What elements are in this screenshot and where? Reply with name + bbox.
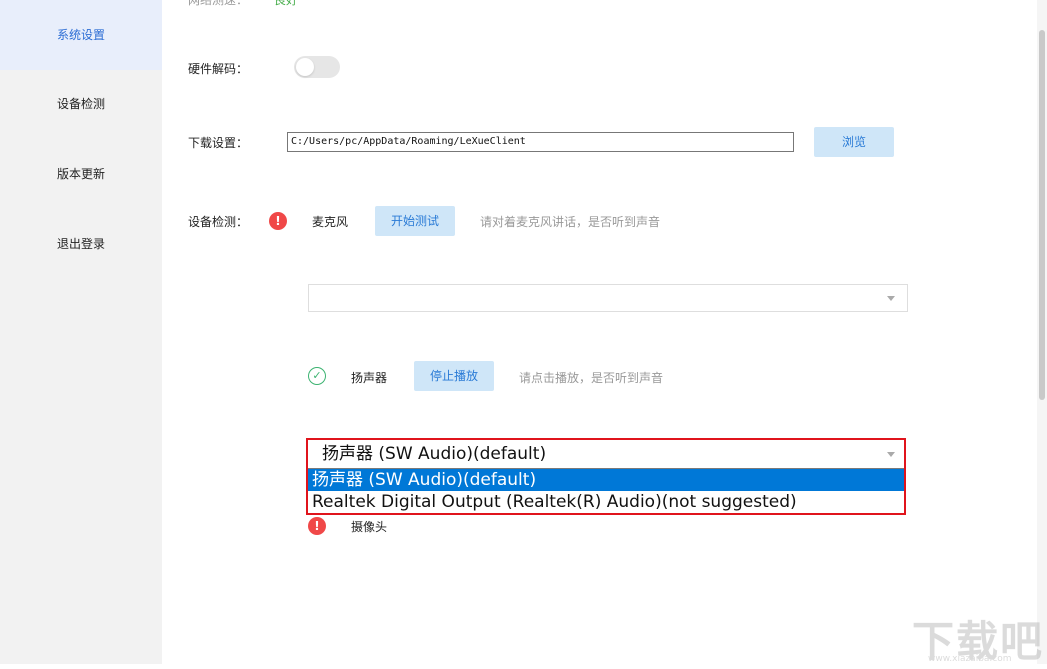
speaker-device-select[interactable]: 扬声器 (SW Audio)(default)	[308, 440, 904, 468]
chevron-down-icon	[887, 452, 895, 457]
dropdown-option-sw-audio[interactable]: 扬声器 (SW Audio)(default)	[308, 469, 904, 491]
download-path-field[interactable]: C:/Users/pc/AppData/Roaming/LeXueClient	[287, 132, 794, 152]
browse-button[interactable]: 浏览	[814, 127, 894, 157]
mic-hint: 请对着麦克风讲话，是否听到声音	[480, 215, 661, 229]
watermark-logo: 下载吧 www.xiazaiba.com	[912, 608, 1047, 666]
toggle-knob	[296, 58, 314, 76]
scrollbar-thumb[interactable]	[1039, 30, 1045, 400]
dropdown-option-realtek[interactable]: Realtek Digital Output (Realtek(R) Audio…	[308, 491, 904, 513]
sidebar-item-version-update[interactable]: 版本更新	[0, 139, 162, 209]
sidebar: 系统设置 设备检测 版本更新 退出登录	[0, 0, 162, 664]
speaker-label: 扬声器	[351, 371, 388, 385]
camera-error-icon: !	[308, 517, 326, 535]
network-speed-label: 网络测速：	[188, 0, 249, 7]
speaker-device-dropdown[interactable]: 扬声器 (SW Audio)(default) 扬声器 (SW Audio)(d…	[306, 438, 906, 515]
network-speed-value: 良好	[274, 0, 299, 7]
start-test-button[interactable]: 开始测试	[375, 206, 455, 236]
vertical-scrollbar[interactable]	[1037, 0, 1047, 664]
watermark-url: www.xiazaiba.com	[928, 654, 1012, 664]
device-check-label: 设备检测：	[188, 215, 249, 229]
download-settings-label: 下载设置：	[188, 136, 249, 150]
camera-label: 摄像头	[351, 520, 388, 534]
hw-decode-label: 硬件解码：	[188, 62, 249, 76]
speaker-hint: 请点击播放，是否听到声音	[519, 371, 664, 385]
stop-playback-button[interactable]: 停止播放	[414, 361, 494, 391]
mic-device-select[interactable]	[308, 284, 908, 312]
mic-label: 麦克风	[312, 215, 349, 229]
speaker-device-options: 扬声器 (SW Audio)(default) Realtek Digital …	[308, 468, 904, 513]
sidebar-item-logout[interactable]: 退出登录	[0, 209, 162, 279]
sidebar-item-system-settings[interactable]: 系统设置	[0, 0, 162, 70]
hw-decode-toggle[interactable]	[294, 56, 340, 78]
mic-error-icon: !	[269, 212, 287, 230]
chevron-down-icon	[887, 296, 895, 301]
sidebar-item-device-check[interactable]: 设备检测	[0, 69, 162, 139]
speaker-ok-icon: ✓	[308, 367, 326, 385]
